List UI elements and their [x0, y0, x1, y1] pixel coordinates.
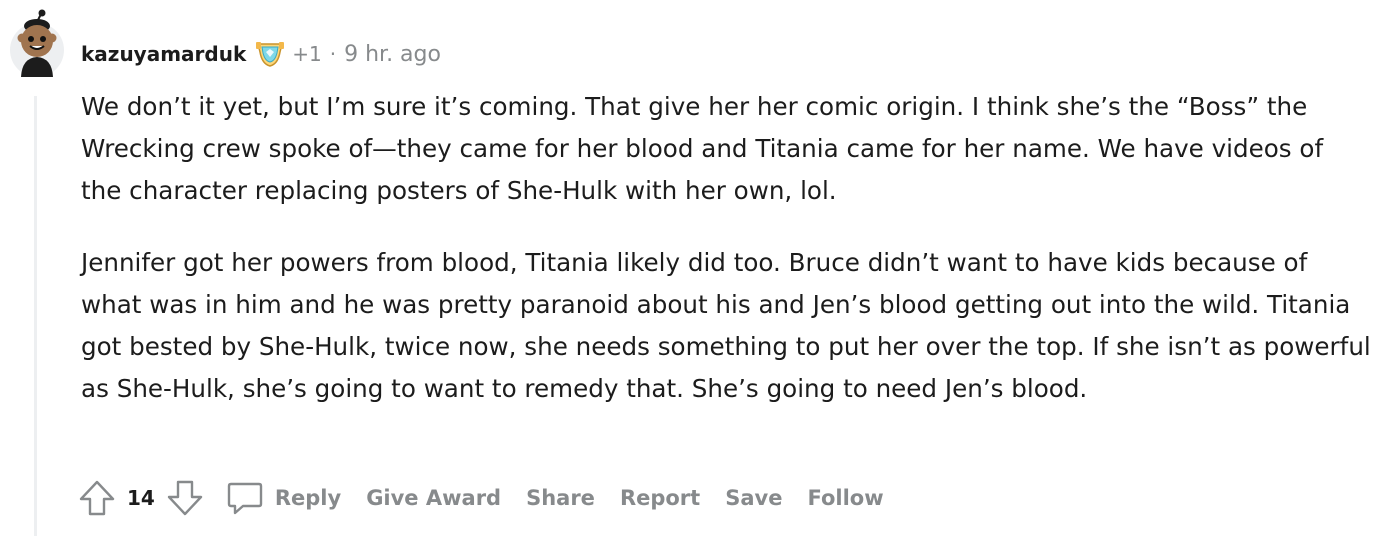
award-count: +1	[292, 42, 322, 66]
reply-button[interactable]: Reply	[275, 486, 341, 510]
comment-body: We don’t it yet, but I’m sure it’s comin…	[81, 86, 1371, 440]
trophy-badge-icon	[256, 42, 285, 67]
avatar[interactable]	[8, 8, 66, 78]
downvote-arrow-icon[interactable]	[165, 478, 205, 518]
speech-bubble-icon[interactable]	[225, 478, 265, 518]
comment-actions: 14 Reply Give Award Share Report Save Fo…	[77, 476, 909, 520]
comment: kazuyamarduk +1 · 9 hr. ago We don’t it …	[0, 0, 1388, 536]
meta-separator: ·	[329, 42, 337, 66]
thread-line[interactable]	[34, 96, 37, 536]
share-button[interactable]: Share	[526, 486, 595, 510]
comment-paragraph-2: Jennifer got her powers from blood, Tita…	[81, 248, 1371, 403]
upvote-arrow-icon[interactable]	[77, 478, 117, 518]
vote-score: 14	[127, 486, 155, 510]
timestamp[interactable]: 9 hr. ago	[344, 42, 441, 67]
author-name[interactable]: kazuyamarduk	[81, 42, 246, 66]
follow-button[interactable]: Follow	[807, 486, 883, 510]
comment-meta: kazuyamarduk +1 · 9 hr. ago	[81, 38, 441, 70]
give-award-button[interactable]: Give Award	[366, 486, 501, 510]
save-button[interactable]: Save	[725, 486, 782, 510]
report-button[interactable]: Report	[620, 486, 700, 510]
comment-paragraph-1: We don’t it yet, but I’m sure it’s comin…	[81, 92, 1324, 205]
